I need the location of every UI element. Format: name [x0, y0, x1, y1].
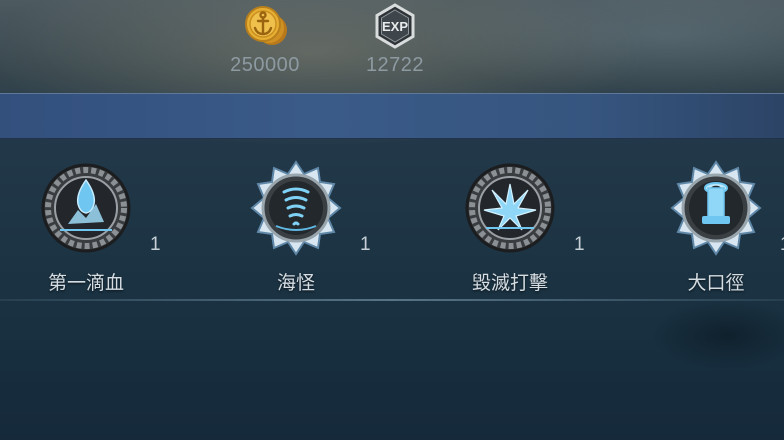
- exp-badge-icon: EXP: [375, 3, 415, 49]
- award-count: 1: [150, 234, 161, 255]
- award-name: 海怪: [276, 272, 315, 294]
- award-count: 1: [780, 234, 784, 256]
- exp-badge-label: EXP: [382, 19, 408, 34]
- award-count: 1: [574, 234, 585, 255]
- award-item[interactable]: 1 第一滴血: [16, 140, 216, 300]
- exp-resource: EXP 12722: [340, 2, 450, 77]
- ship-silhouette: [650, 300, 784, 370]
- award-item[interactable]: 1 大口徑: [646, 140, 784, 300]
- destruction-strike-medal-icon: [465, 163, 555, 253]
- awards-row: 1 第一滴血 1 海怪 1 毀滅打擊 大口徑: [0, 140, 784, 300]
- gold-amount: 250000: [230, 54, 300, 76]
- award-name: 第一滴血: [47, 272, 124, 294]
- first-blood-medal-icon: [41, 163, 131, 253]
- award-name: 大口徑: [687, 272, 745, 294]
- exp-amount: 12722: [365, 54, 425, 76]
- big-caliber-medal-icon: [670, 160, 762, 256]
- anchor-coin-icon: [245, 6, 287, 45]
- award-name: 毀滅打擊: [471, 272, 548, 294]
- award-item[interactable]: 1 海怪: [226, 140, 426, 300]
- award-item[interactable]: 1 毀滅打擊: [440, 140, 640, 300]
- section-banner: [0, 93, 784, 139]
- sea-monster-medal-icon: [250, 160, 342, 256]
- row-divider: [0, 299, 784, 301]
- gold-resource: 250000: [210, 2, 320, 77]
- award-count: 1: [360, 234, 371, 255]
